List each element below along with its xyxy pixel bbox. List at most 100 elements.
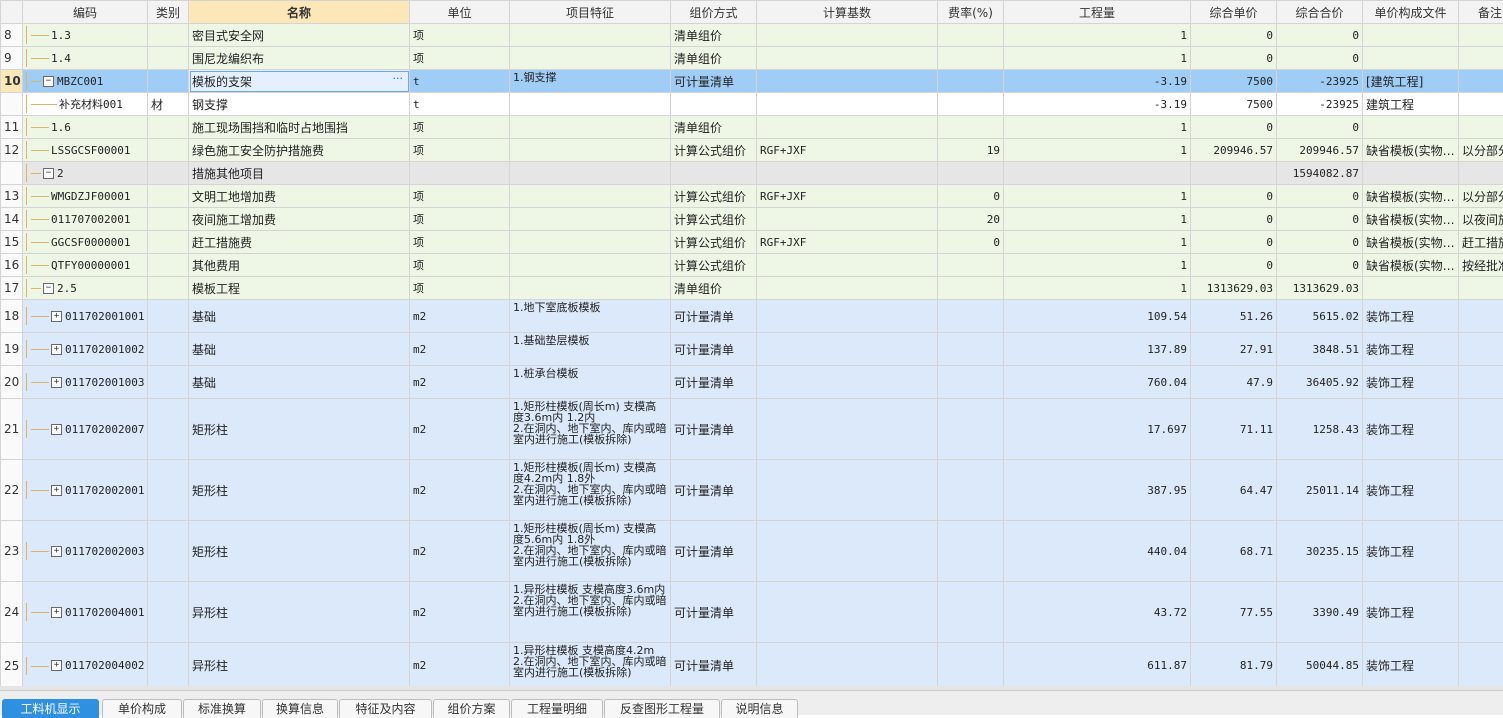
- cell-base[interactable]: [757, 521, 938, 582]
- cell-base[interactable]: [757, 582, 938, 643]
- col-header-code[interactable]: 编码: [23, 1, 148, 24]
- cell-method[interactable]: 计算公式组价: [671, 185, 757, 208]
- cell-code[interactable]: 补充材料001: [23, 93, 148, 116]
- cell-quantity[interactable]: 109.54: [1004, 300, 1191, 333]
- row-number[interactable]: 16: [1, 254, 23, 277]
- cell-unit[interactable]: 项: [410, 116, 510, 139]
- cell-unit[interactable]: m2: [410, 399, 510, 460]
- cell-unit[interactable]: t: [410, 70, 510, 93]
- cell-price-file[interactable]: 装饰工程: [1363, 300, 1459, 333]
- cell-features[interactable]: [510, 254, 671, 277]
- cell-name[interactable]: 措施其他项目: [189, 162, 410, 185]
- cell-note[interactable]: 以分部分: [1459, 139, 1503, 162]
- cell-name[interactable]: 矩形柱: [189, 399, 410, 460]
- cell-price-file[interactable]: [1363, 162, 1459, 185]
- cell-type[interactable]: [148, 139, 189, 162]
- cell-unit[interactable]: m2: [410, 300, 510, 333]
- collapse-icon[interactable]: −: [43, 283, 54, 294]
- cell-note[interactable]: [1459, 582, 1503, 643]
- cell-rate[interactable]: [938, 162, 1004, 185]
- cell-code[interactable]: +011702001001: [23, 300, 148, 333]
- cell-unit-price[interactable]: 0: [1191, 47, 1277, 70]
- cell-base[interactable]: [757, 254, 938, 277]
- cell-name[interactable]: 基础: [189, 366, 410, 399]
- tab-3[interactable]: 换算信息: [262, 699, 338, 718]
- cell-unit[interactable]: m2: [410, 460, 510, 521]
- row-number[interactable]: 18: [1, 300, 23, 333]
- cell-rate[interactable]: [938, 300, 1004, 333]
- cell-method[interactable]: 可计量清单: [671, 300, 757, 333]
- cell-features[interactable]: [510, 116, 671, 139]
- cell-rate[interactable]: [938, 277, 1004, 300]
- cell-quantity[interactable]: 1: [1004, 47, 1191, 70]
- cell-method[interactable]: 可计量清单: [671, 643, 757, 689]
- cell-code[interactable]: +011702004001: [23, 582, 148, 643]
- row-number[interactable]: 14: [1, 208, 23, 231]
- cell-unit-price[interactable]: 81.79: [1191, 643, 1277, 689]
- cell-unit-price[interactable]: 0: [1191, 24, 1277, 47]
- cell-price-file[interactable]: 装饰工程: [1363, 366, 1459, 399]
- cell-code[interactable]: −2.5: [23, 277, 148, 300]
- cell-quantity[interactable]: [1004, 162, 1191, 185]
- cell-total-price[interactable]: 0: [1277, 231, 1363, 254]
- tab-1[interactable]: 单价构成: [102, 699, 182, 718]
- cell-method[interactable]: 计算公式组价: [671, 139, 757, 162]
- cell-base[interactable]: RGF+JXF: [757, 139, 938, 162]
- cell-unit[interactable]: [410, 162, 510, 185]
- cell-rate[interactable]: [938, 116, 1004, 139]
- cell-price-file[interactable]: [1363, 24, 1459, 47]
- table-row[interactable]: 21+011702002007矩形柱m21.矩形柱模板(周长m) 支模高度3.6…: [1, 399, 1503, 460]
- cell-features[interactable]: [510, 24, 671, 47]
- cell-name[interactable]: 矩形柱: [189, 460, 410, 521]
- cell-base[interactable]: [757, 162, 938, 185]
- expand-icon[interactable]: +: [51, 607, 62, 618]
- cell-unit-price[interactable]: 0: [1191, 116, 1277, 139]
- cell-quantity[interactable]: 1: [1004, 208, 1191, 231]
- tab-5[interactable]: 组价方案: [433, 699, 510, 718]
- cell-features[interactable]: [510, 162, 671, 185]
- col-header-unit[interactable]: 单位: [410, 1, 510, 24]
- cell-unit-price[interactable]: 0: [1191, 254, 1277, 277]
- cell-features[interactable]: 1.异形柱模板 支模高度4.2m 2.在洞内、地下室内、库内或暗室内进行施工(模…: [510, 643, 671, 689]
- cell-name[interactable]: 其他费用: [189, 254, 410, 277]
- expand-icon[interactable]: +: [51, 424, 62, 435]
- cell-price-file[interactable]: 装饰工程: [1363, 643, 1459, 689]
- cell-features[interactable]: [510, 208, 671, 231]
- cell-type[interactable]: [148, 231, 189, 254]
- cell-quantity[interactable]: -3.19: [1004, 70, 1191, 93]
- cell-name[interactable]: 基础: [189, 333, 410, 366]
- cell-quantity[interactable]: 1: [1004, 254, 1191, 277]
- cell-name[interactable]: 施工现场围挡和临时占地围挡: [189, 116, 410, 139]
- table-row[interactable]: −2措施其他项目1594082.87: [1, 162, 1503, 185]
- cell-note[interactable]: [1459, 366, 1503, 399]
- cell-price-file[interactable]: [1363, 47, 1459, 70]
- cell-unit[interactable]: 项: [410, 231, 510, 254]
- cell-quantity[interactable]: 387.95: [1004, 460, 1191, 521]
- cell-base[interactable]: RGF+JXF: [757, 231, 938, 254]
- cell-unit[interactable]: 项: [410, 24, 510, 47]
- cell-rate[interactable]: [938, 399, 1004, 460]
- cell-features[interactable]: [510, 139, 671, 162]
- row-number[interactable]: 17: [1, 277, 23, 300]
- cell-name[interactable]: 异形柱: [189, 582, 410, 643]
- cell-type[interactable]: [148, 70, 189, 93]
- row-number[interactable]: 11: [1, 116, 23, 139]
- cell-base[interactable]: [757, 24, 938, 47]
- cell-base[interactable]: RGF+JXF: [757, 185, 938, 208]
- cell-method[interactable]: 清单组价: [671, 116, 757, 139]
- cell-features[interactable]: [510, 231, 671, 254]
- table-row[interactable]: 14011707002001夜间施工增加费项计算公式组价20100缺省模板(实物…: [1, 208, 1503, 231]
- cell-method[interactable]: 可计量清单: [671, 333, 757, 366]
- cell-method[interactable]: 清单组价: [671, 24, 757, 47]
- table-row[interactable]: 111.6施工现场围挡和临时占地围挡项清单组价100: [1, 116, 1503, 139]
- col-header-base[interactable]: 计算基数: [757, 1, 938, 24]
- cell-name[interactable]: 夜间施工增加费: [189, 208, 410, 231]
- cell-code[interactable]: LSSGCSF00001: [23, 139, 148, 162]
- cell-total-price[interactable]: 30235.15: [1277, 521, 1363, 582]
- cell-quantity[interactable]: 1: [1004, 24, 1191, 47]
- collapse-icon[interactable]: −: [43, 168, 54, 179]
- tab-4[interactable]: 特征及内容: [339, 699, 432, 718]
- table-row[interactable]: 25+011702004002异形柱m21.异形柱模板 支模高度4.2m 2.在…: [1, 643, 1503, 689]
- cell-unit-price[interactable]: 51.26: [1191, 300, 1277, 333]
- row-number[interactable]: 15: [1, 231, 23, 254]
